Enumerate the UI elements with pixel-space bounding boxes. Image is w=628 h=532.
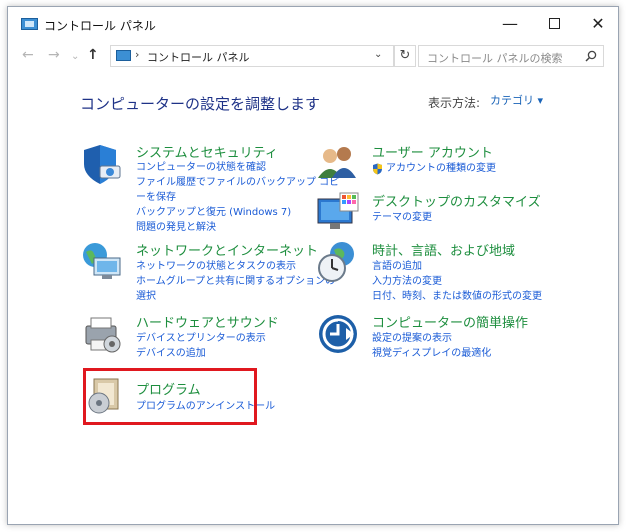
shield-icon[interactable] (80, 142, 124, 186)
highlight-box (83, 368, 257, 425)
forward-button[interactable]: → (48, 47, 60, 63)
link-network-status[interactable]: ネットワークの状態とタスクの表示 (136, 259, 296, 274)
maximize-icon (548, 18, 560, 29)
link-homegroup-sharing[interactable]: ホームグループと共有に関するオプションの (136, 274, 335, 289)
link-suggested-settings[interactable]: 設定の提案の表示 (372, 331, 452, 346)
category-title-hardware-sound[interactable]: ハードウェアとサウンド (136, 312, 279, 331)
link-backup-restore[interactable]: バックアップと復元 (Windows 7) (136, 205, 291, 220)
link-homegroup-sharing-cont[interactable]: 選択 (136, 289, 156, 304)
window-title: コントロール パネル (44, 19, 156, 33)
link-file-history-backup[interactable]: ファイル履歴でファイルのバックアップ コピ (136, 175, 339, 190)
page-title: コンピューターの設定を調整します (80, 95, 321, 113)
search-icon[interactable] (585, 50, 597, 62)
category-title-personalization[interactable]: デスクトップのカスタマイズ (372, 191, 541, 210)
control-panel-window: コントロール パネル — ✕ ← → ⌄ ↑ › コントロール パネル ⌄ ↻ … (7, 6, 619, 525)
ease-of-access-icon[interactable] (316, 312, 360, 356)
refresh-button[interactable]: ↻ (394, 45, 416, 67)
desktop-personalize-icon[interactable] (316, 191, 360, 235)
link-add-device[interactable]: デバイスの追加 (136, 346, 206, 361)
view-by-label: 表示方法: (428, 96, 481, 110)
recent-locations-button[interactable]: ⌄ (71, 51, 79, 62)
category-title-system-security[interactable]: システムとセキュリティ (136, 142, 278, 161)
user-accounts-icon[interactable] (316, 142, 360, 186)
category-title-user-accounts[interactable]: ユーザー アカウント (372, 142, 493, 161)
address-bar[interactable]: › コントロール パネル ⌄ (110, 45, 394, 67)
title-bar: コントロール パネル — ✕ (8, 7, 618, 41)
link-devices-printers[interactable]: デバイスとプリンターの表示 (136, 331, 266, 346)
search-input[interactable]: コントロール パネルの検索 (418, 45, 604, 67)
category-title-clock-language-region[interactable]: 時計、言語、および地域 (372, 240, 515, 259)
link-optimize-display[interactable]: 視覚ディスプレイの最適化 (372, 346, 491, 361)
control-panel-icon (21, 18, 38, 30)
category-title-ease-of-access[interactable]: コンピューターの簡単操作 (372, 312, 528, 331)
address-dropdown-icon[interactable]: ⌄ (374, 49, 382, 60)
link-file-history-backup-cont[interactable]: ーを保存 (136, 190, 176, 205)
maximize-button[interactable] (532, 11, 576, 37)
search-placeholder: コントロール パネルの検索 (427, 52, 563, 65)
breadcrumb-chevron-icon[interactable]: › (135, 48, 139, 61)
link-date-time-number-format[interactable]: 日付、時刻、または数値の形式の変更 (372, 289, 542, 304)
breadcrumb-control-panel[interactable]: コントロール パネル (147, 49, 250, 65)
minimize-button[interactable]: — (488, 11, 532, 37)
link-add-language[interactable]: 言語の追加 (372, 259, 422, 274)
up-button[interactable]: ↑ (87, 47, 99, 63)
control-panel-icon (116, 50, 131, 61)
clock-globe-icon[interactable] (316, 240, 360, 284)
back-button[interactable]: ← (22, 47, 34, 63)
link-change-theme[interactable]: テーマの変更 (372, 210, 432, 225)
category-title-network-internet[interactable]: ネットワークとインターネット (136, 240, 318, 259)
link-change-input-method[interactable]: 入力方法の変更 (372, 274, 442, 289)
navigation-bar: ← → ⌄ ↑ › コントロール パネル ⌄ ↻ コントロール パネルの検索 (8, 43, 618, 73)
view-by-dropdown[interactable]: カテゴリ ▾ (482, 91, 546, 111)
network-globe-icon[interactable] (80, 240, 124, 284)
link-check-computer-status[interactable]: コンピューターの状態を確認 (136, 160, 266, 175)
close-button[interactable]: ✕ (576, 11, 620, 37)
link-troubleshoot[interactable]: 問題の発見と解決 (136, 220, 216, 235)
printer-icon[interactable] (80, 312, 124, 356)
link-change-account-type[interactable]: アカウントの種類の変更 (386, 161, 496, 176)
uac-shield-icon (373, 163, 382, 175)
